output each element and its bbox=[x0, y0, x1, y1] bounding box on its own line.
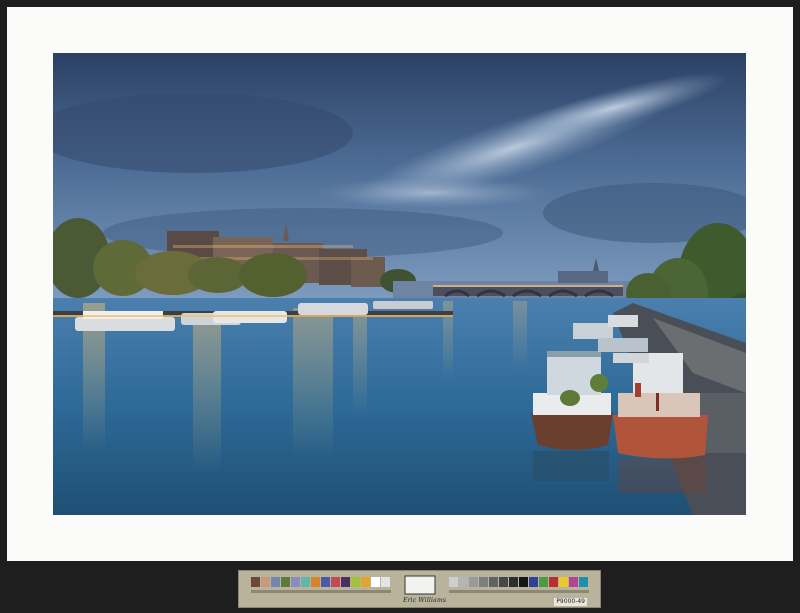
photograph bbox=[53, 53, 746, 515]
calibration-patch bbox=[311, 577, 320, 587]
calibration-patch bbox=[509, 577, 518, 587]
calibration-patch bbox=[331, 577, 340, 587]
calibration-patch bbox=[479, 577, 488, 587]
calibration-patch bbox=[539, 577, 548, 587]
calibration-patch bbox=[569, 577, 578, 587]
calibration-patch bbox=[261, 577, 270, 587]
calibration-patch bbox=[519, 577, 528, 587]
target-logo-box bbox=[404, 575, 436, 595]
calibration-patch bbox=[351, 577, 360, 587]
calibration-patch bbox=[459, 577, 468, 587]
calibration-patch bbox=[321, 577, 330, 587]
calibration-patch bbox=[549, 577, 558, 587]
calibration-patch bbox=[271, 577, 280, 587]
calibration-patch bbox=[489, 577, 498, 587]
calibration-patch bbox=[301, 577, 310, 587]
calibration-patch bbox=[281, 577, 290, 587]
calibration-patch bbox=[251, 577, 260, 587]
calibration-patch bbox=[579, 577, 588, 587]
calibration-patch bbox=[559, 577, 568, 587]
calibration-patch bbox=[499, 577, 508, 587]
calibration-patch bbox=[449, 577, 458, 587]
calibration-patch bbox=[291, 577, 300, 587]
target-brand-label: Eric Williams bbox=[403, 597, 447, 604]
calibration-patch bbox=[371, 577, 380, 587]
calibration-patch bbox=[341, 577, 350, 587]
seine-dusk-scene bbox=[53, 53, 746, 515]
calibration-patch bbox=[361, 577, 370, 587]
calibration-patch bbox=[529, 577, 538, 587]
calibration-patch bbox=[469, 577, 478, 587]
bridge bbox=[433, 285, 623, 298]
calibration-patch bbox=[381, 577, 390, 587]
target-scale-bar bbox=[449, 590, 589, 593]
target-id-label: P9000-49 bbox=[554, 598, 587, 606]
color-calibration-target: Eric Williams P9000-49 bbox=[238, 570, 601, 608]
target-scale-bar bbox=[251, 590, 391, 593]
